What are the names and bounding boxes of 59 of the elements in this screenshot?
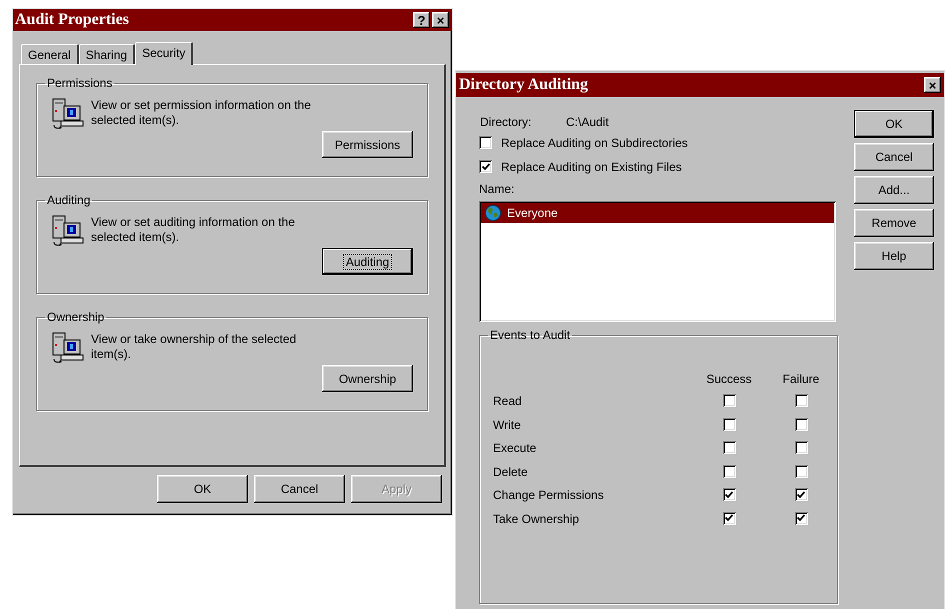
directory-label: Directory: xyxy=(480,114,532,131)
dialog-button[interactable]: Remove xyxy=(854,209,934,237)
checkbox[interactable] xyxy=(794,418,808,431)
tab[interactable]: Sharing xyxy=(78,44,136,64)
checkbox[interactable] xyxy=(722,464,736,478)
description: View or set auditing information on the selected item(s). xyxy=(91,215,296,246)
event-label: Execute xyxy=(493,440,538,458)
checkbox[interactable] xyxy=(722,441,736,454)
group-button[interactable]: Permissions xyxy=(322,131,413,158)
globe-icon xyxy=(485,205,501,221)
checkbox[interactable] xyxy=(722,418,736,431)
checkmark-icon xyxy=(797,490,805,499)
group-button[interactable]: Ownership xyxy=(322,365,413,392)
checkmark-icon xyxy=(482,162,490,170)
option-label: Replace Auditing on Subdirectories xyxy=(501,134,688,152)
window-title: Audit Properties xyxy=(15,12,129,28)
checkbox[interactable] xyxy=(794,441,808,454)
checkbox[interactable] xyxy=(479,136,492,149)
list-item[interactable]: Everyone xyxy=(481,203,834,223)
checkbox[interactable] xyxy=(722,512,736,525)
dialog-button[interactable]: Help xyxy=(854,242,934,270)
checkbox[interactable] xyxy=(794,464,808,478)
event-label: Read xyxy=(493,393,523,410)
event-label: Write xyxy=(493,416,522,434)
option-label: Replace Auditing on Existing Files xyxy=(501,158,682,176)
description: View or take ownership of the selected item(s). xyxy=(91,332,298,363)
name-label: Name: xyxy=(479,181,516,196)
checkbox[interactable] xyxy=(794,512,808,525)
group-title: Permissions xyxy=(46,77,114,89)
checkbox[interactable] xyxy=(479,160,492,173)
group-button[interactable]: Auditing xyxy=(322,248,413,275)
dialog-button[interactable]: Add... xyxy=(854,176,934,204)
group-title: Ownership xyxy=(46,311,106,323)
checkbox[interactable] xyxy=(794,488,808,502)
checkbox[interactable] xyxy=(722,394,736,407)
dialog-button[interactable]: OK xyxy=(854,110,934,138)
checkmark-icon xyxy=(725,490,733,499)
group-title: Events to Audit xyxy=(489,329,572,341)
dialog-button[interactable]: OK xyxy=(157,475,248,503)
group-title: Auditing xyxy=(46,194,92,206)
column-header: Failure xyxy=(782,371,820,388)
dialog-button[interactable]: Cancel xyxy=(854,143,934,171)
checkbox[interactable] xyxy=(794,394,808,407)
close-button[interactable]: × xyxy=(432,12,449,28)
checkmark-icon xyxy=(725,514,733,522)
event-label: Take Ownership xyxy=(493,510,580,528)
tab[interactable]: Security xyxy=(135,42,194,65)
event-label: Delete xyxy=(493,464,529,481)
column-header: Success xyxy=(706,371,752,388)
window-title: Directory Auditing xyxy=(459,77,588,93)
checkmark-icon xyxy=(797,514,805,522)
description: View or set permission information on the selected item(s). xyxy=(91,98,312,129)
event-label: Change Permissions xyxy=(493,487,605,504)
close-button[interactable]: × xyxy=(924,77,941,93)
dialog-button[interactable]: Cancel xyxy=(254,475,345,503)
directory-path: C:\Audit xyxy=(566,114,609,131)
tab[interactable]: General xyxy=(21,44,79,64)
help-button[interactable]: ? xyxy=(413,12,430,28)
checkbox[interactable] xyxy=(722,488,736,502)
